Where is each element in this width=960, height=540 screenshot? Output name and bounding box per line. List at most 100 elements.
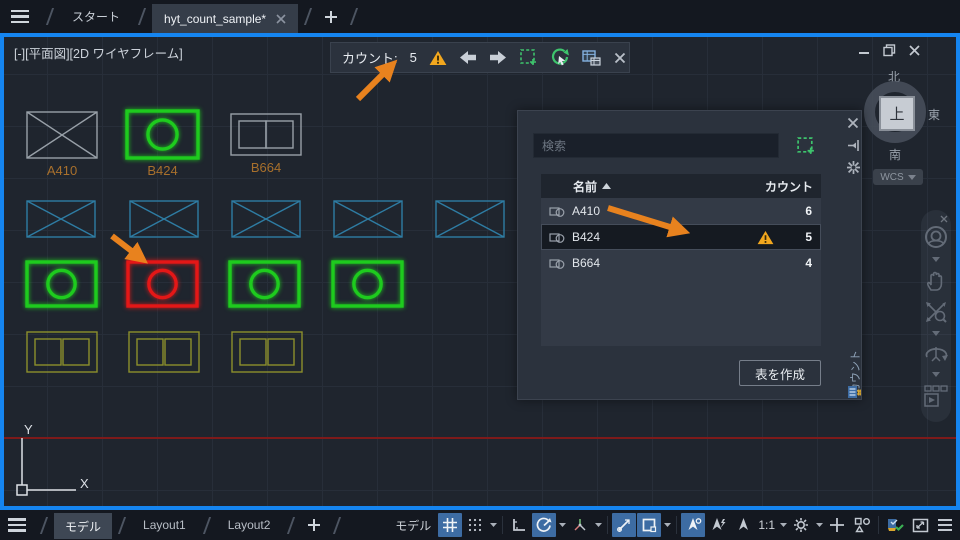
- isolate-objects-icon[interactable]: [850, 513, 874, 537]
- table-row[interactable]: B424 5: [541, 224, 821, 250]
- steering-wheel-icon[interactable]: [923, 224, 949, 250]
- auto-hide-pin-icon[interactable]: [847, 139, 860, 152]
- viewcube-south[interactable]: 南: [889, 146, 901, 163]
- drawing-block[interactable]: [26, 111, 98, 159]
- chevron-down-icon[interactable]: [932, 331, 940, 336]
- customization-icon[interactable]: [933, 513, 957, 537]
- sort-ascending-icon: [602, 183, 612, 189]
- grid-icon[interactable]: [438, 513, 463, 537]
- properties-icon[interactable]: [847, 161, 860, 174]
- new-tab-button[interactable]: [318, 4, 344, 30]
- hardware-acceleration-icon[interactable]: [883, 513, 907, 537]
- select-objects-icon[interactable]: [796, 136, 816, 159]
- row-name: B664: [572, 256, 601, 270]
- drawing-block[interactable]: [333, 200, 403, 238]
- tab-layout2[interactable]: Layout2: [217, 510, 282, 540]
- column-count[interactable]: カウント: [765, 178, 813, 195]
- row-name: B424: [572, 230, 601, 244]
- column-name[interactable]: 名前: [573, 178, 612, 195]
- chevron-down-icon[interactable]: [662, 513, 672, 537]
- object-snap-tracking-icon[interactable]: [612, 513, 637, 537]
- annotation-autoscale-icon[interactable]: [706, 513, 730, 537]
- search-input[interactable]: [533, 133, 779, 158]
- clean-screen-icon[interactable]: [908, 513, 932, 537]
- drawing-block[interactable]: [231, 331, 303, 373]
- close-tab-icon[interactable]: [276, 13, 286, 24]
- create-table-button[interactable]: 表を作成: [739, 360, 821, 386]
- chevron-down-icon[interactable]: [488, 513, 498, 537]
- annotation-scale-value[interactable]: 1:1: [756, 518, 777, 532]
- wcs-dropdown[interactable]: WCS: [873, 169, 923, 185]
- new-layout-button[interactable]: [301, 512, 327, 538]
- drawing-block[interactable]: [25, 260, 98, 308]
- previous-arrow-icon[interactable]: [459, 50, 477, 65]
- drawing-block[interactable]: [331, 260, 404, 308]
- annotation-visibility-icon[interactable]: [681, 513, 706, 537]
- create-report-icon[interactable]: [582, 49, 602, 67]
- drawing-canvas[interactable]: A410 B424 B664 [-][平面図][2D ワイヤフレーム] カウント: …: [4, 37, 956, 506]
- tab-drawing-label: hyt_count_sample*: [164, 11, 267, 26]
- drawing-block[interactable]: [26, 331, 98, 373]
- tab-model[interactable]: モデル: [54, 513, 113, 539]
- tab-start[interactable]: スタート: [60, 0, 132, 33]
- workspace-gear-icon[interactable]: [789, 513, 813, 537]
- status-bar: モデル Layout1 Layout2 モデル 1:1: [0, 510, 960, 540]
- tab-separator: [137, 8, 147, 25]
- drawing-block[interactable]: [128, 331, 200, 373]
- select-objects-icon[interactable]: [519, 48, 538, 67]
- warning-icon: [757, 230, 774, 245]
- close-icon[interactable]: [847, 117, 859, 129]
- table-row[interactable]: A410 6: [541, 198, 821, 224]
- divider: [878, 516, 879, 534]
- zoom-to-selected-icon[interactable]: [550, 48, 570, 67]
- object-snap-icon[interactable]: [637, 513, 662, 537]
- autocad-window: スタート hyt_count_sample* A410 B424 B664 [-][…: [0, 0, 960, 540]
- drawing-block[interactable]: [126, 260, 199, 308]
- tab-separator: [304, 8, 313, 25]
- viewport-controls-label[interactable]: [-][平面図][2D ワイヤフレーム]: [14, 43, 183, 62]
- snap-icon[interactable]: [463, 513, 487, 537]
- orbit-icon[interactable]: [923, 343, 949, 365]
- drawing-block[interactable]: [230, 113, 302, 156]
- drawing-block[interactable]: [231, 200, 301, 238]
- zoom-icon[interactable]: [924, 300, 948, 324]
- isometric-drafting-icon[interactable]: [568, 513, 592, 537]
- drawing-block[interactable]: [129, 200, 199, 238]
- divider: [502, 516, 504, 534]
- drawing-block[interactable]: [26, 200, 96, 238]
- annotation-scale-icon[interactable]: [731, 513, 755, 537]
- viewcube-east[interactable]: 東: [928, 106, 940, 123]
- status-toggles: モデル 1:1: [389, 513, 960, 537]
- tab-current-drawing[interactable]: hyt_count_sample*: [152, 4, 299, 33]
- layout-menu-icon[interactable]: [0, 510, 34, 540]
- tab-layout1[interactable]: Layout1: [132, 510, 197, 540]
- polar-tracking-icon[interactable]: [532, 513, 557, 537]
- close-icon[interactable]: [614, 52, 626, 64]
- close-icon[interactable]: [906, 42, 922, 58]
- minimize-icon[interactable]: [856, 42, 872, 58]
- pan-hand-icon[interactable]: [924, 269, 948, 293]
- ortho-icon[interactable]: [507, 513, 531, 537]
- viewcube-top-face[interactable]: 上: [879, 96, 915, 131]
- show-motion-icon[interactable]: [923, 384, 949, 410]
- restore-icon[interactable]: [881, 42, 897, 58]
- chevron-down-icon[interactable]: [557, 513, 567, 537]
- drawing-block[interactable]: [228, 260, 301, 308]
- chevron-down-icon[interactable]: [932, 257, 940, 262]
- warning-icon[interactable]: [429, 50, 447, 66]
- chevron-down-icon[interactable]: [593, 513, 603, 537]
- table-row[interactable]: B664 4: [541, 250, 821, 276]
- model-space-label[interactable]: モデル: [395, 517, 431, 534]
- app-menu-icon[interactable]: [0, 0, 40, 33]
- scale-label: 1:1: [758, 518, 775, 532]
- crosshair-plus-icon[interactable]: [825, 513, 849, 537]
- drawing-block[interactable]: [125, 109, 200, 160]
- drawing-block[interactable]: [435, 200, 505, 238]
- next-arrow-icon[interactable]: [489, 50, 507, 65]
- chevron-down-icon[interactable]: [778, 513, 788, 537]
- chevron-down-icon[interactable]: [814, 513, 824, 537]
- viewcube: 北 上 東 南 WCS: [860, 67, 952, 195]
- chevron-down-icon[interactable]: [932, 372, 940, 377]
- count-palette-icon[interactable]: [848, 385, 862, 402]
- file-tab-bar: スタート hyt_count_sample*: [0, 0, 960, 33]
